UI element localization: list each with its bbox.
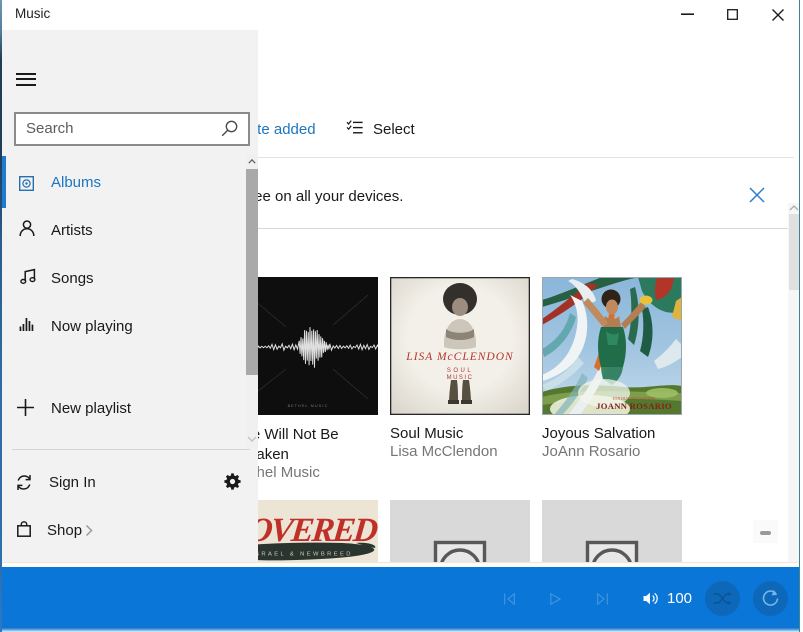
svg-text:JOANN ROSARIO: JOANN ROSARIO xyxy=(596,401,672,411)
svg-text:MUSIC: MUSIC xyxy=(447,375,474,381)
svg-text:BETHEL MUSIC: BETHEL MUSIC xyxy=(288,404,329,408)
svg-text:LISA McCLENDON: LISA McCLENDON xyxy=(405,351,514,363)
svg-text:ISRAEL & NEWBREED: ISRAEL & NEWBREED xyxy=(251,552,353,558)
svg-text:SOUL: SOUL xyxy=(447,368,473,374)
